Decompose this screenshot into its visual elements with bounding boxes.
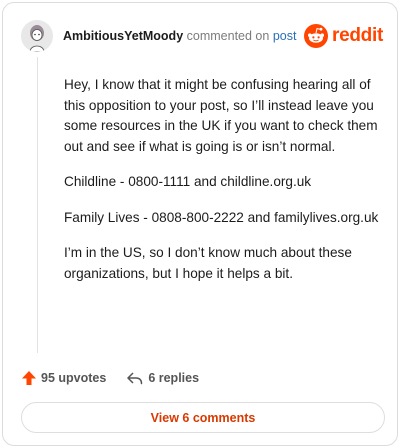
upvote-arrow-icon [22, 371, 36, 385]
thread-line [37, 57, 38, 353]
reddit-wordmark: reddit [332, 25, 383, 46]
reply-count: 6 replies [148, 371, 200, 385]
comment-paragraph: Hey, I know that it might be confusing h… [64, 77, 378, 154]
username-link[interactable]: AmbitiousYetMoody [63, 29, 183, 43]
comment-paragraph: Family Lives - 0808-800-2222 and familyl… [64, 209, 379, 225]
view-comments-button[interactable]: View 6 comments [21, 402, 385, 433]
comment-body: Hey, I know that it might be confusing h… [64, 75, 382, 299]
reddit-alien-icon [304, 24, 329, 48]
reddit-logo[interactable]: reddit [304, 24, 383, 48]
upvote-count: 95 upvotes [41, 371, 107, 385]
reply-arrow-icon [127, 372, 143, 385]
comment-meta: AmbitiousYetMoody commented on post [63, 29, 296, 43]
comment-paragraph: Childline - 0800-1111 and childline.org.… [64, 174, 312, 189]
avatar-illustration [21, 20, 53, 52]
comment-header: AmbitiousYetMoody commented on post redd… [21, 19, 383, 53]
upvote-button[interactable]: 95 upvotes [21, 370, 106, 386]
post-link[interactable]: post [273, 29, 297, 43]
replies-button[interactable]: 6 replies [126, 370, 199, 386]
comment-paragraph: I’m in the US, so I don’t know much abou… [64, 245, 352, 281]
user-avatar[interactable] [21, 20, 53, 52]
comment-card: AmbitiousYetMoody commented on post redd… [2, 2, 398, 446]
action-text: commented on [186, 29, 270, 43]
comment-actions: 95 upvotes 6 replies [21, 368, 199, 388]
